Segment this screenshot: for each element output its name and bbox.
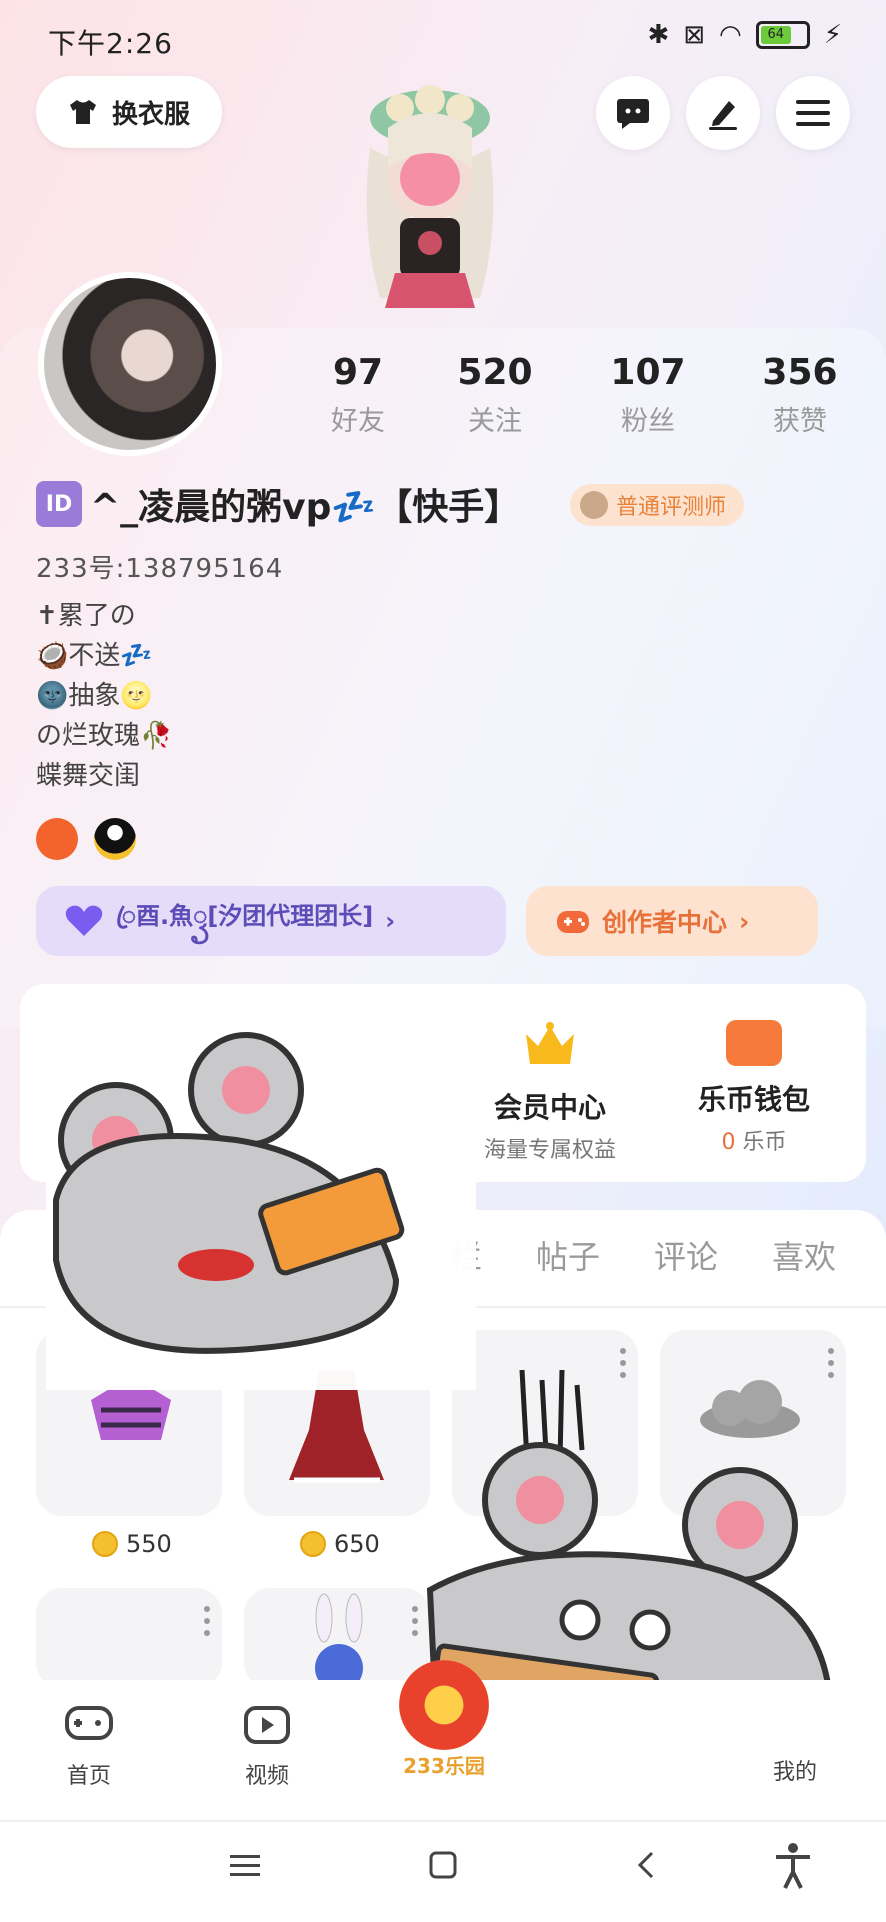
bio-line: の烂玫瑰🥀 [36, 721, 173, 751]
stat-label: 好友 [331, 406, 385, 437]
edit-profile-button[interactable] [686, 76, 760, 150]
wallet-icon [726, 1020, 782, 1066]
team-label: ꦿ酉.魚ꦽ[汐团代理团长] [116, 902, 374, 930]
nav-center-label: 233乐园 [403, 1754, 485, 1778]
nav-video[interactable]: 视频 [212, 1700, 322, 1790]
id-badge: ID [36, 481, 82, 527]
item-price-value: 550 [126, 1530, 172, 1558]
gamepad-icon [65, 1706, 113, 1740]
wallet-title: 乐币钱包 [697, 1083, 810, 1116]
recent-apps-icon[interactable] [230, 1852, 260, 1880]
wifi-icon: ◠ [719, 20, 742, 50]
nav-profile-label: 我的 [772, 1760, 817, 1785]
status-time: 下午2:26 [48, 27, 173, 60]
vip-center[interactable]: 会员中心 海量专属权益 [460, 1020, 640, 1164]
stat-fans[interactable]: 107 粉丝 [588, 352, 708, 438]
username-row: ID ^_凌晨的粥vp💤【快手】 [36, 478, 520, 530]
chevron-right-icon: › [739, 906, 750, 936]
tester-avatar-icon [580, 491, 608, 519]
center-logo [399, 1660, 489, 1750]
battery-icon: 64 [755, 21, 810, 49]
mouse-sticker-top [46, 1010, 476, 1390]
gamepad-icon [557, 911, 589, 933]
tshirt-icon [69, 100, 96, 124]
charging-icon: ⚡ [823, 20, 842, 50]
stat-value: 356 [762, 352, 838, 393]
stat-friends[interactable]: 97 好友 [298, 352, 418, 438]
more-icon[interactable] [828, 1348, 834, 1384]
social-links [36, 818, 136, 860]
tab-comments[interactable]: 评论 [654, 1232, 718, 1278]
hamburger-icon [796, 100, 830, 126]
bio: ✝累了の 🥥不送💤 🌚抽象🌝 の烂玫瑰🥀 蝶舞交闺 [36, 596, 172, 796]
more-icon[interactable] [204, 1606, 210, 1642]
stat-value: 520 [457, 352, 533, 393]
user-id: 233号:138795164 [36, 554, 284, 584]
tester-badge-label: 普通评测师 [616, 495, 727, 520]
stat-likes[interactable]: 356 获赞 [740, 352, 860, 438]
back-icon[interactable] [636, 1850, 656, 1880]
stat-label: 获赞 [773, 406, 827, 437]
item-price-value: 650 [334, 1530, 380, 1558]
creator-center-label: 创作者中心 [602, 908, 728, 937]
video-icon [244, 1706, 290, 1744]
qq-icon[interactable] [94, 818, 136, 860]
team-button[interactable]: ꦿ酉.魚ꦽ[汐团代理团长] › [36, 886, 506, 956]
bio-line: 蝶舞交闺 [36, 761, 141, 791]
avatar-figure[interactable] [330, 58, 530, 328]
profile-tabs: 栏 帖子 评论 喜欢 [450, 1232, 836, 1278]
heart-icon [65, 905, 103, 936]
more-icon[interactable] [412, 1606, 418, 1642]
pencil-icon [709, 101, 737, 130]
stat-value: 107 [610, 352, 686, 393]
username: ^_凌晨的粥vp💤【快手】 [90, 487, 521, 528]
bluetooth-icon: ✱ [647, 20, 670, 50]
message-button[interactable] [596, 76, 670, 150]
avatar[interactable] [38, 272, 222, 456]
coin-icon [300, 1531, 326, 1557]
accessibility-icon[interactable] [772, 1842, 814, 1890]
item-price: 650 [300, 1530, 380, 1558]
stat-label: 粉丝 [621, 406, 675, 437]
nav-center[interactable]: 233乐园 [384, 1660, 504, 1779]
change-outfit-button[interactable]: 换衣服 [36, 76, 222, 148]
tab-posts[interactable]: 帖子 [536, 1232, 600, 1278]
nav-home-label: 首页 [66, 1764, 111, 1789]
stat-following[interactable]: 520 关注 [435, 352, 555, 438]
stat-label: 关注 [468, 406, 522, 437]
more-icon[interactable] [620, 1348, 626, 1384]
change-outfit-label: 换衣服 [111, 99, 190, 130]
nav-video-label: 视频 [244, 1764, 289, 1789]
kuaishou-icon[interactable] [36, 818, 78, 860]
chevron-right-icon: › [385, 907, 396, 935]
tab-likes[interactable]: 喜欢 [772, 1232, 836, 1278]
item-card[interactable] [36, 1588, 222, 1688]
menu-button[interactable] [776, 76, 850, 150]
bio-line: ✝累了の [36, 601, 136, 631]
bio-line: 🌚抽象🌝 [36, 681, 153, 711]
crown-icon [526, 1022, 574, 1064]
item-price: 550 [92, 1530, 172, 1558]
home-icon[interactable] [428, 1850, 458, 1880]
nav-profile[interactable]: 我的 [740, 1754, 850, 1786]
sim-icon: ⊠ [683, 20, 706, 50]
wallet-balance-value: 0 [721, 1130, 736, 1155]
wallet-balance: 0 乐币 [664, 1124, 844, 1156]
chat-icon [617, 99, 649, 129]
bio-line: 🥥不送💤 [36, 641, 153, 671]
creator-center-button[interactable]: 创作者中心 › [526, 886, 818, 956]
tester-badge[interactable]: 普通评测师 [570, 484, 745, 526]
coin-icon [92, 1531, 118, 1557]
nav-home[interactable]: 首页 [34, 1700, 144, 1790]
status-icons: ✱ ⊠ ◠ 64 ⚡ [647, 20, 842, 50]
stat-value: 97 [332, 352, 384, 393]
vip-center-title: 会员中心 [493, 1091, 606, 1124]
wallet[interactable]: 乐币钱包 0 乐币 [664, 1020, 844, 1156]
wallet-balance-unit: 乐币 [742, 1130, 787, 1155]
vip-center-subtitle: 海量专属权益 [483, 1138, 616, 1163]
